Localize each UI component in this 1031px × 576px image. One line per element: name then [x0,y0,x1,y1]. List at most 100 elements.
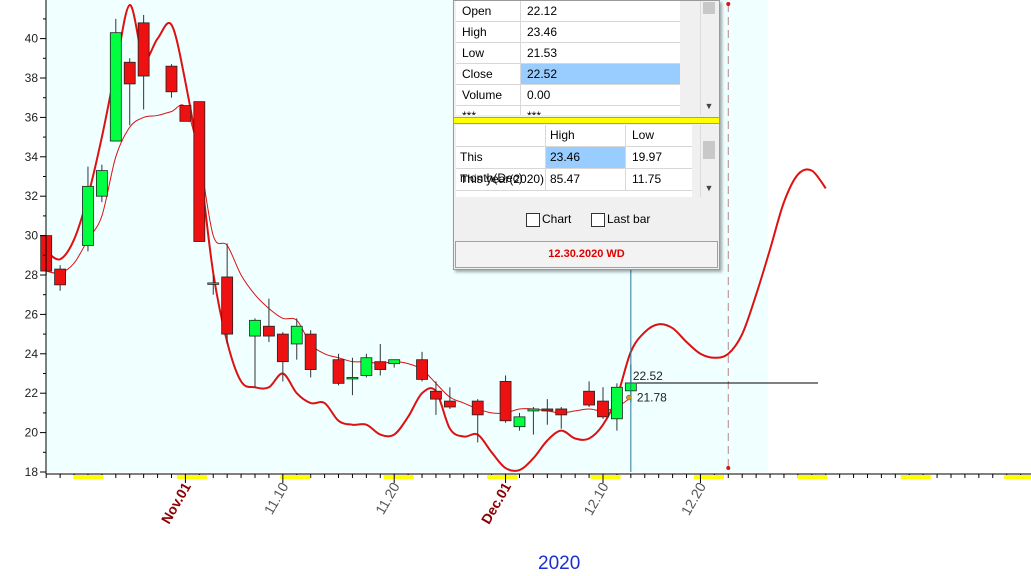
date-label: 12.30.2020 WD [455,241,718,268]
candle-down [555,408,568,416]
candle-down [499,380,512,422]
ohlc-row[interactable]: Volume 0.00 [456,85,680,106]
last-bar-checkbox[interactable] [591,213,605,227]
y-tick-label: 20 [25,426,39,440]
ohlc-scrollbar[interactable]: ▼ [700,1,717,115]
range-header-high: High [546,125,626,146]
panel-splitter[interactable] [454,117,719,124]
weekend-marker [590,475,621,479]
candle-down [193,101,206,242]
weekend-marker [73,475,104,479]
forecast-area [768,0,1031,472]
ohlc-value: 23.46 [527,25,558,39]
weekend-marker [176,475,207,479]
candle-down [471,400,484,416]
candle-down [332,359,345,384]
x-tick-label: 12.10 [580,479,611,518]
candle-down [443,400,456,408]
ohlc-label: Open [456,1,521,21]
candle-down [304,333,317,370]
ohlc-label: Low [456,43,521,63]
candle-down [416,359,428,380]
close-price-label: 22.52 [633,369,663,383]
y-tick-label: 26 [25,307,39,321]
candle-down [221,276,234,335]
checkbox-row: Chart Last bar [454,205,719,235]
ohlc-value: 22.12 [527,4,558,18]
candle-down [137,22,150,77]
y-tick-label: 34 [25,150,39,164]
range-row[interactable]: This year(2020) 85.47 11.75 [456,169,692,191]
ohlc-row[interactable]: ****** [456,106,680,115]
range-high-selected: 23.46 [546,147,626,168]
candle-up [249,319,261,337]
chart-checkbox-label[interactable]: Chart [542,212,571,226]
candle-up [527,408,540,412]
candle-down [165,65,178,93]
y-tick-label: 22 [25,386,39,400]
y-tick-label: 24 [25,347,39,361]
ohlc-value-selected: 22.52 [521,64,680,84]
range-low: 11.75 [632,172,662,186]
x-tick-label: 12.20 [678,479,709,518]
candle-up [360,357,373,376]
x-tick-label: 11.10 [261,479,292,517]
last-bar-checkbox-label[interactable]: Last bar [607,212,650,226]
scrollbar-thumb[interactable] [703,141,715,159]
ohlc-row[interactable]: Open 22.12 [456,1,680,22]
ohlc-value: 0.00 [527,88,551,102]
scroll-down-icon[interactable]: ▼ [701,101,717,111]
weekend-marker [383,475,414,479]
candle-down [54,268,67,286]
ohlc-row[interactable]: Close 22.52 [456,64,680,85]
scroll-down-icon[interactable]: ▼ [701,183,717,193]
forecast-marker-icon [726,2,731,6]
candle-down [583,390,595,406]
ohlc-row[interactable]: High 23.46 [456,22,680,43]
candle-up [82,185,94,246]
candle-down [430,390,442,400]
weekend-marker [487,475,518,479]
y-tick-label: 36 [25,110,39,124]
range-period: This year(2020) [456,169,546,190]
weekend-marker [1004,475,1031,479]
weekend-marker [900,475,931,479]
y-tick-label: 32 [25,189,39,203]
chart-checkbox[interactable] [526,213,540,227]
range-table: High Low This month(Dec) 23.46 19.97 Thi… [456,125,692,197]
range-period: This month(Dec) [456,147,546,185]
candle-down [179,105,192,122]
range-low: 19.97 [632,150,663,164]
year-label: 2020 [538,553,581,574]
candle-down [541,408,554,412]
x-tick-label: Nov.01 [158,479,194,526]
candle-down [374,361,387,370]
y-tick-label: 40 [25,32,39,46]
forecast-marker-icon [726,466,731,470]
ohlc-row[interactable]: Low 21.53 [456,43,680,64]
ohlc-label: High [456,22,521,42]
ohlc-label: Close [456,64,521,84]
x-tick-label: Dec.01 [478,479,515,526]
x-tick-label: 11.20 [372,479,403,517]
range-high: 85.47 [546,169,626,190]
candle-up [109,32,122,142]
candle-up [207,282,220,285]
ohlc-table: Open 22.12 High 23.46 Low 21.53 Close 22.52 … [456,1,680,115]
ohlc-label: *** [456,106,521,115]
candle-up [513,416,526,428]
range-header-low: Low [632,128,655,142]
ohlc-value: 21.53 [527,46,558,60]
range-row[interactable]: This month(Dec) 23.46 19.97 [456,147,692,185]
candle-up [611,386,623,420]
range-header-blank [456,125,546,146]
weekend-marker [693,475,724,479]
candle-up [95,170,108,197]
scrollbar-thumb[interactable] [703,2,715,14]
weekend-marker [797,475,828,479]
price-info-panel: Open 22.12 High 23.46 Low 21.53 Close 22.52 … [453,0,720,270]
range-scrollbar[interactable]: ▼ [700,125,717,197]
y-tick-label: 18 [25,465,39,479]
candle-up [346,377,359,380]
range-header-row: High Low [456,125,692,147]
